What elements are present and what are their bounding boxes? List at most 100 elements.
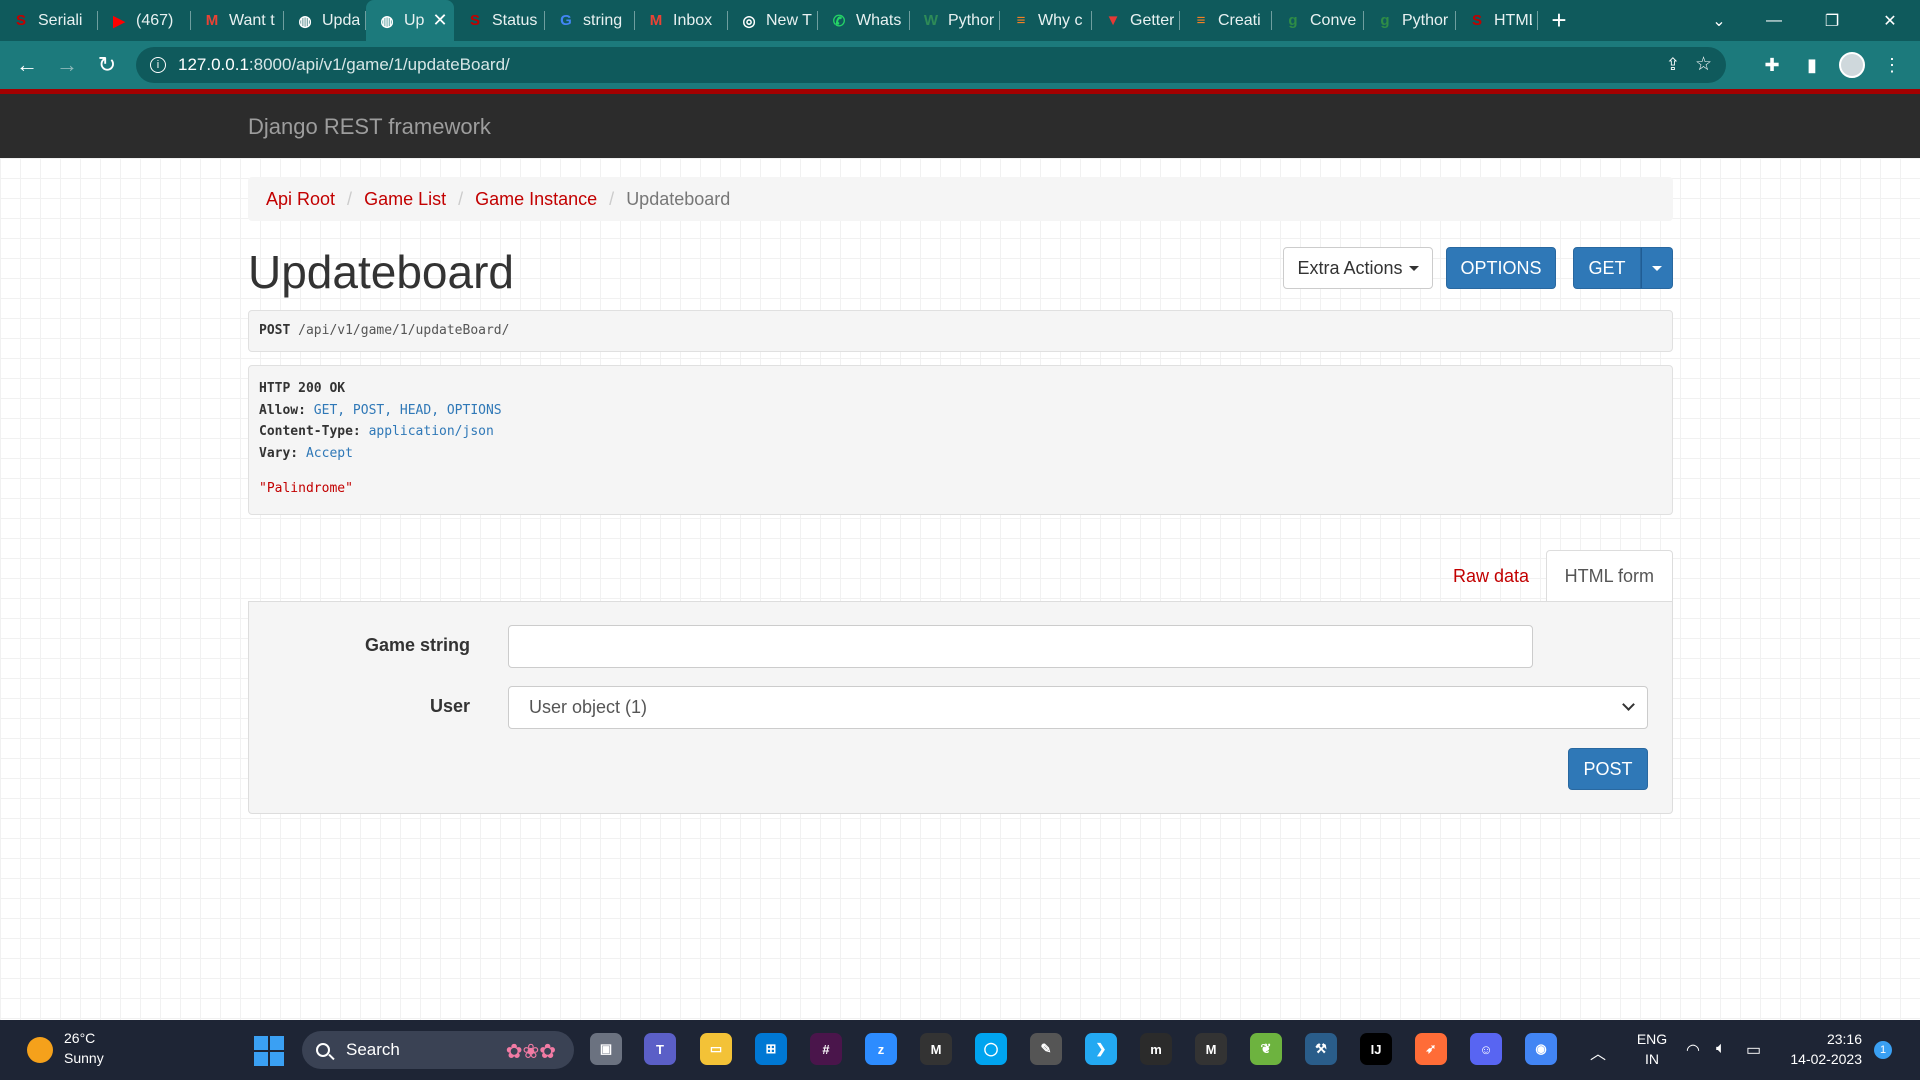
intellij-icon[interactable]: IJ	[1360, 1033, 1392, 1065]
user-select[interactable]: User object (1)	[508, 686, 1648, 729]
taskbar-search[interactable]: Search ✿❀✿	[302, 1031, 574, 1069]
mysql-workbench-icon[interactable]: ⚒	[1305, 1033, 1337, 1065]
tab-html-form[interactable]: HTML form	[1545, 550, 1673, 602]
breadcrumb-current: Updateboard	[626, 188, 731, 209]
breadcrumb-game-instance[interactable]: Game Instance	[475, 189, 597, 210]
weather-temperature[interactable]: 26°C	[64, 1030, 95, 1046]
browser-tab[interactable]: ◍ Updat	[284, 0, 366, 41]
request-method: POST	[259, 323, 291, 338]
store-icon[interactable]: ⊞	[755, 1033, 787, 1065]
task-view-icon[interactable]: ▣	[590, 1033, 622, 1065]
region-indicator[interactable]: IN	[1634, 1051, 1670, 1067]
teams-icon[interactable]: T	[644, 1033, 676, 1065]
profile-avatar[interactable]	[1832, 41, 1872, 89]
browser-tab-title: HTML	[1494, 11, 1532, 29]
site-info-icon[interactable]: i	[150, 57, 166, 73]
postman-icon[interactable]: ➶	[1415, 1033, 1447, 1065]
browser-menu-icon[interactable]: ⋮	[1872, 41, 1912, 89]
browser-tab-title: Creati	[1218, 11, 1261, 29]
breadcrumb: Api Root / Game List / Game Instance / U…	[248, 177, 1673, 221]
share-icon[interactable]: ⇪	[1666, 55, 1680, 75]
spring-icon[interactable]: ❦	[1250, 1033, 1282, 1065]
language-indicator[interactable]: ENG	[1634, 1031, 1670, 1047]
gmail-icon: M	[649, 12, 663, 29]
browser-tab[interactable]: ◍ Up ✕	[366, 0, 454, 41]
medium-dark-icon[interactable]: M	[1195, 1033, 1227, 1065]
wifi-icon[interactable]: ◠	[1686, 1040, 1700, 1060]
browser-tab[interactable]: ≡ Creati	[1180, 0, 1272, 41]
notification-badge[interactable]: 1	[1874, 1041, 1892, 1059]
breadcrumb-game-list[interactable]: Game List	[364, 189, 446, 210]
browser-tab[interactable]: ▶ (467)	[98, 0, 191, 41]
extensions-puzzle-icon[interactable]: ✚	[1752, 41, 1792, 89]
browser-tab-title: Status	[492, 11, 538, 29]
battery-icon[interactable]: ▭	[1746, 1040, 1761, 1060]
user-select-value: User object (1)	[529, 697, 648, 717]
options-button[interactable]: OPTIONS	[1446, 247, 1556, 289]
browser-tab-title: Inbox	[673, 11, 713, 29]
minimize-icon[interactable]: —	[1745, 0, 1803, 41]
weather-condition[interactable]: Sunny	[64, 1050, 104, 1066]
browser-tab[interactable]: W Pythor	[910, 0, 1000, 41]
browser-tab[interactable]: Gstring	[545, 0, 635, 41]
browser-tab[interactable]: S HTML	[1456, 0, 1538, 41]
game-string-input[interactable]	[508, 625, 1533, 668]
volume-icon[interactable]: 🔈︎	[1716, 1040, 1726, 1058]
browser-tab[interactable]: ɡ Conve	[1272, 0, 1364, 41]
tab-raw-data[interactable]: Raw data	[1435, 550, 1547, 602]
address-bar[interactable]: i 127.0.0.1:8000/api/v1/game/1/updateBoa…	[136, 47, 1726, 83]
post-submit-button[interactable]: POST	[1568, 748, 1648, 790]
chrome-taskbar-icon[interactable]: ◉	[1525, 1033, 1557, 1065]
close-window-icon[interactable]: ✕	[1861, 0, 1919, 41]
browser-tab[interactable]: M Inbox	[635, 0, 728, 41]
whatsapp-icon: ✆	[832, 12, 846, 30]
side-panel-icon[interactable]: ▮	[1792, 41, 1832, 89]
discord-icon[interactable]: ☺	[1470, 1033, 1502, 1065]
file-explorer-icon[interactable]: ▭	[700, 1033, 732, 1065]
forward-arrow-icon[interactable]: →	[47, 45, 87, 85]
whiteboard-icon[interactable]: ✎	[1030, 1033, 1062, 1065]
reload-icon[interactable]: ↻	[87, 45, 127, 85]
new-tab-plus-icon[interactable]: +	[1538, 5, 1580, 36]
medium-icon[interactable]: M	[920, 1033, 952, 1065]
url-path: :8000/api/v1/game/1/updateBoard/	[248, 55, 510, 74]
extra-actions-button[interactable]: Extra Actions	[1283, 247, 1433, 289]
request-info: POST /api/v1/game/1/updateBoard/	[248, 310, 1673, 352]
request-path: /api/v1/game/1/updateBoard/	[298, 323, 510, 338]
start-windows-icon[interactable]	[254, 1036, 284, 1066]
breadcrumb-api-root[interactable]: Api Root	[266, 189, 335, 210]
browser-tab-title: Seriali	[38, 11, 83, 29]
browser-tab[interactable]: ✆ Whats	[818, 0, 910, 41]
zoom-icon[interactable]: z	[865, 1033, 897, 1065]
back-arrow-icon[interactable]: ←	[7, 45, 47, 85]
browser-tab[interactable]: S Status	[454, 0, 545, 41]
get-button[interactable]: GET	[1573, 247, 1641, 289]
show-hidden-icons-chevron[interactable]: ︿	[1590, 1040, 1606, 1064]
miro-icon[interactable]: m	[1140, 1033, 1172, 1065]
bookmark-star-icon[interactable]: ☆	[1695, 53, 1712, 76]
vscode-icon[interactable]: ❯	[1085, 1033, 1117, 1065]
browser-tab-title: Updat	[322, 11, 360, 29]
sun-icon[interactable]	[27, 1037, 53, 1063]
browser-tab[interactable]: ◎ New T	[728, 0, 818, 41]
browser-tab[interactable]: ɡ Pythor	[1364, 0, 1456, 41]
stackoverflow-icon: ≡	[1196, 12, 1206, 29]
search-icon	[316, 1043, 330, 1057]
drf-brand-link[interactable]: Django REST framework	[248, 114, 491, 140]
cortana-icon[interactable]: ◯	[975, 1033, 1007, 1065]
close-tab-icon[interactable]: ✕	[432, 10, 447, 31]
clock-time[interactable]: 23:16	[1782, 1031, 1862, 1047]
browser-tab[interactable]: M Want t	[191, 0, 284, 41]
breadcrumb-separator: /	[347, 188, 353, 209]
browser-tab-title: string	[583, 11, 623, 29]
browser-tab[interactable]: ▼ Getter	[1092, 0, 1180, 41]
browser-tab[interactable]: S Seriali	[0, 0, 98, 41]
browser-tab[interactable]: ≡ Why c	[1000, 0, 1092, 41]
get-format-dropdown-toggle[interactable]	[1641, 247, 1673, 289]
response-header-value: application/json	[368, 424, 494, 439]
slack-icon[interactable]: #	[810, 1033, 842, 1065]
clock-date[interactable]: 14-02-2023	[1782, 1051, 1862, 1067]
restore-icon[interactable]: ❐	[1803, 0, 1861, 41]
url-host: 127.0.0.1	[178, 55, 249, 74]
tab-search-chevron-icon[interactable]: ⌄	[1690, 0, 1748, 41]
